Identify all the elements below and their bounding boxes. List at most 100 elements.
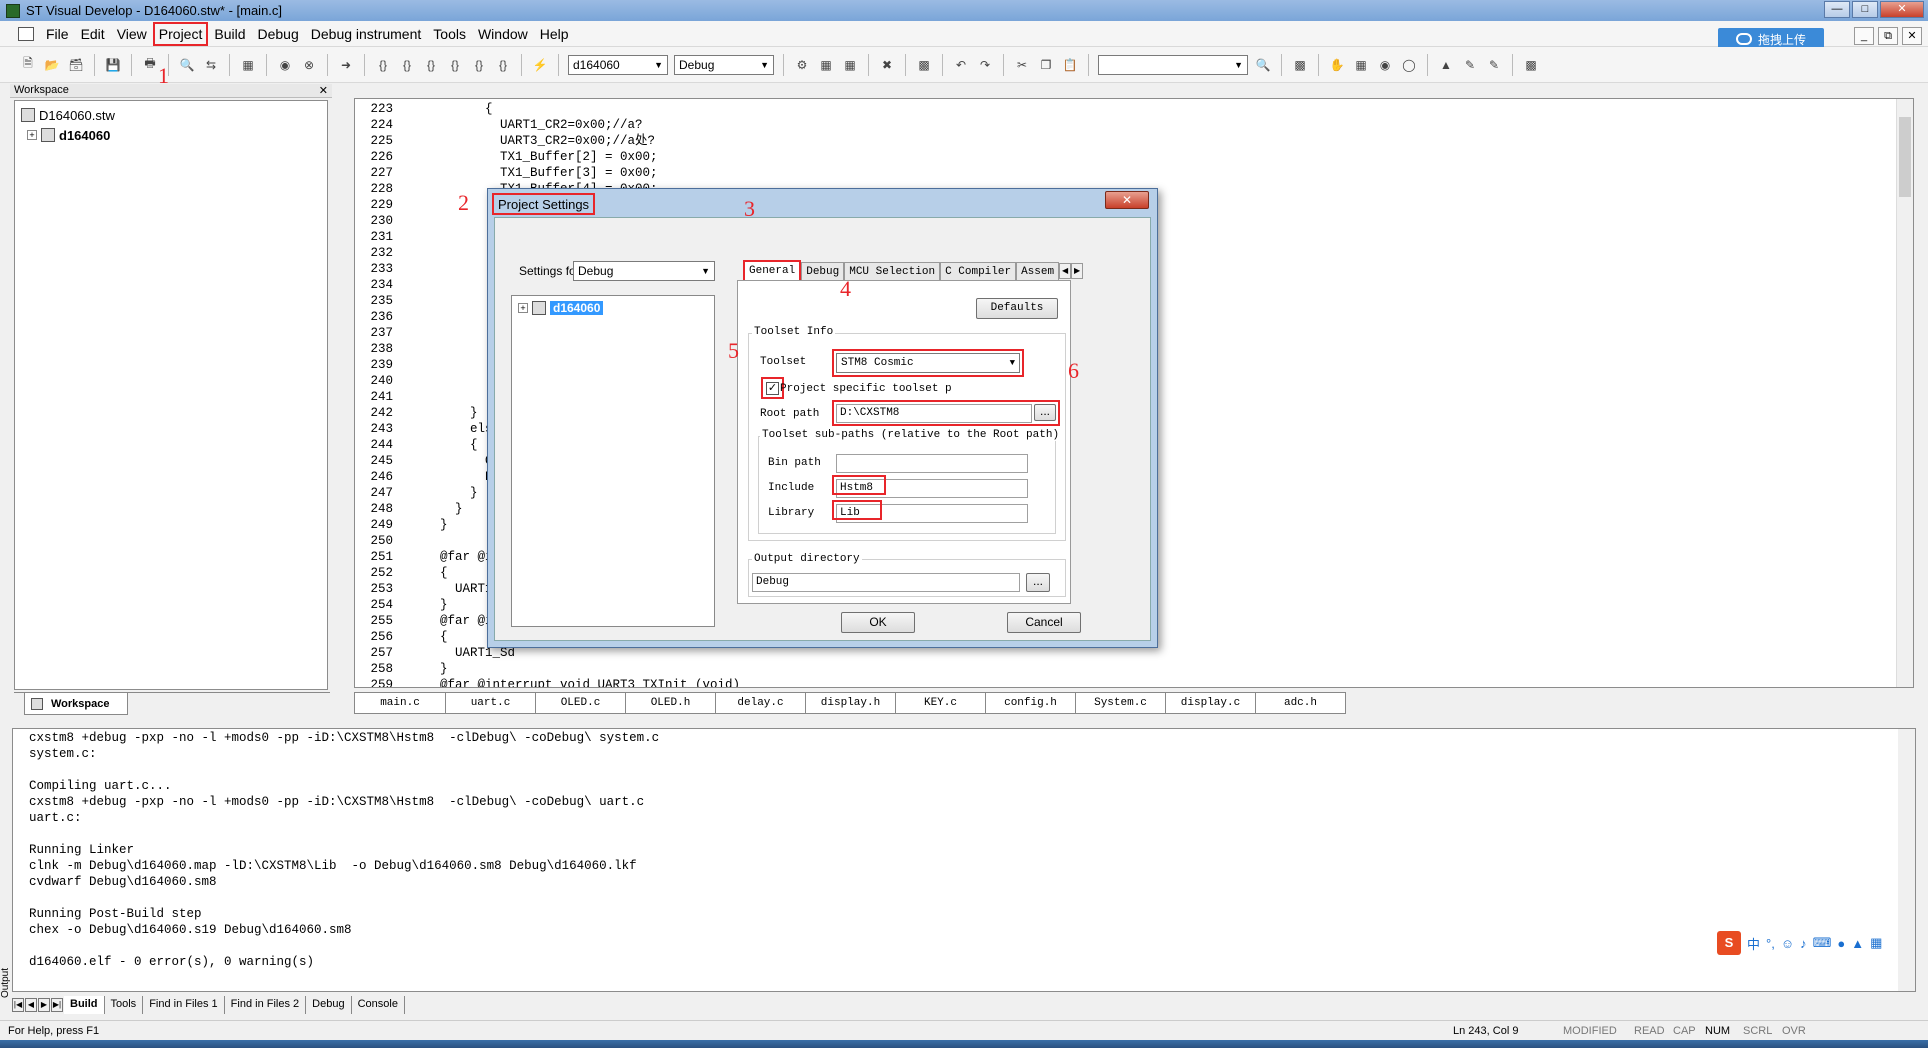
settings-tree-item[interactable]: + d164060 [518,298,714,318]
undo-icon[interactable]: ↶ [951,55,971,75]
edit-pen-icon[interactable]: ✎ [1460,55,1480,75]
cancel-button[interactable]: Cancel [1007,612,1081,633]
watch-icon[interactable]: ◉ [1375,55,1395,75]
microphone-icon[interactable]: ♪ [1800,936,1807,951]
menu-project[interactable]: Project [152,21,209,46]
step-over-icon[interactable]: {} [397,55,417,75]
tab-scroll-left-icon[interactable]: ◀ [1059,263,1072,279]
open-project-icon[interactable]: 🗃 [66,55,86,75]
file-tab[interactable]: delay.c [716,692,806,714]
step-into-icon[interactable]: {} [373,55,393,75]
tree-root[interactable]: D164060.stw [21,105,321,125]
bookmark-icon[interactable]: ⚡ [530,55,550,75]
ime-chinese-mode[interactable]: 中 [1747,934,1760,953]
ok-button[interactable]: OK [841,612,915,633]
save-icon[interactable]: 💾 [103,55,123,75]
tab-assembler[interactable]: Assem [1016,262,1060,282]
keyboard-icon[interactable]: ⌨ [1813,935,1832,951]
tab-debug-settings[interactable]: Debug [801,262,845,282]
close-button[interactable]: ✕ [1880,1,1924,18]
tab-find-in-files-2[interactable]: Find in Files 2 [225,996,307,1014]
find-icon[interactable]: 🔍 [177,55,197,75]
menu-view[interactable]: View [111,23,153,45]
menu-file[interactable]: File [40,23,75,45]
tab-tools[interactable]: Tools [105,996,144,1014]
step-out-icon[interactable]: {} [421,55,441,75]
tab-build[interactable]: Build [64,996,105,1014]
run-arrow-icon[interactable]: ➜ [336,55,356,75]
mdi-close-button[interactable]: ✕ [1902,27,1922,45]
menu-debug-instrument[interactable]: Debug instrument [305,23,428,45]
compile-icon[interactable]: ⚙ [792,55,812,75]
file-tab[interactable]: OLED.h [626,692,716,714]
shirt-icon[interactable]: ▲ [1851,936,1864,951]
tree-project[interactable]: + d164060 [21,125,321,145]
tab-find-in-files-1[interactable]: Find in Files 1 [143,996,225,1014]
build-icon[interactable]: ▦ [816,55,836,75]
scrollbar-thumb[interactable] [1899,117,1911,197]
plot-icon[interactable]: ▲ [1436,55,1456,75]
menu-help[interactable]: Help [534,23,575,45]
cut-icon[interactable]: ✂ [1012,55,1032,75]
mdi-restore-button[interactable]: ⧉ [1878,27,1898,45]
memory-icon[interactable]: ▦ [1351,55,1371,75]
file-tab[interactable]: main.c [354,692,446,714]
emoji-icon[interactable]: ☺ [1781,936,1794,951]
tab-first-icon[interactable]: |◀ [12,998,24,1012]
file-tab[interactable]: adc.h [1256,692,1346,714]
file-tab[interactable]: uart.c [446,692,536,714]
menu-edit[interactable]: Edit [75,23,111,45]
close-icon[interactable]: ✕ [319,84,328,97]
copy-icon[interactable]: ❐ [1036,55,1056,75]
file-tab[interactable]: OLED.c [536,692,626,714]
defaults-button[interactable]: Defaults [976,298,1058,319]
peripheral-icon[interactable]: ▩ [1521,55,1541,75]
debug-start-icon[interactable]: ◉ [275,55,295,75]
workspace-toggle-icon[interactable]: ▦ [238,55,258,75]
find-in-files-icon[interactable]: 🔍 [1253,55,1273,75]
file-tab[interactable]: display.c [1166,692,1256,714]
tab-prev-icon[interactable]: ◀ [25,998,37,1012]
print-icon[interactable]: 🖶 [140,55,160,75]
bin-path-input[interactable] [836,454,1028,473]
pen-icon[interactable]: ✎ [1484,55,1504,75]
rebuild-icon[interactable]: ▦ [840,55,860,75]
grid-icon[interactable]: ▦ [1870,935,1882,951]
output-pane[interactable]: cxstm8 +debug -pxp -no -l +mods0 -pp -iD… [12,728,1916,992]
file-tab[interactable]: config.h [986,692,1076,714]
find-combo[interactable]: ▼ [1098,54,1248,75]
tab-c-compiler[interactable]: C Compiler [940,262,1017,282]
menu-window[interactable]: Window [472,23,534,45]
hand-icon[interactable]: ✋ [1327,55,1347,75]
expand-icon[interactable]: + [518,303,528,313]
redo-icon[interactable]: ↷ [975,55,995,75]
mdi-minimize-button[interactable]: _ [1854,27,1874,45]
open-folder-icon[interactable]: 📂 [42,55,62,75]
config-combo[interactable]: Debug ▼ [674,54,774,75]
menu-tools[interactable]: Tools [427,23,472,45]
stop-build-icon[interactable]: ✖ [877,55,897,75]
tab-scroll-right-icon[interactable]: ▶ [1071,263,1084,279]
expand-icon[interactable]: + [27,130,37,140]
tab-next-icon[interactable]: ▶ [38,998,50,1012]
user-icon[interactable]: ● [1837,936,1845,951]
file-tab[interactable]: display.h [806,692,896,714]
tab-last-icon[interactable]: ▶| [51,998,63,1012]
file-tab[interactable]: System.c [1076,692,1166,714]
glasses-icon[interactable]: ◯ [1399,55,1419,75]
ime-toolbar[interactable]: S 中 °, ☺ ♪ ⌨ ● ▲ ▦ [1717,930,1911,956]
tab-mcu-selection[interactable]: MCU Selection [844,262,941,282]
settings-for-combo[interactable]: Debug ▼ [573,261,715,281]
programmer-icon[interactable]: ▩ [914,55,934,75]
toggle-breakpoint-icon[interactable]: ▩ [1290,55,1310,75]
tab-console[interactable]: Console [352,996,405,1014]
run-to-cursor-icon[interactable]: {} [445,55,465,75]
target-combo[interactable]: d164060 ▼ [568,54,668,75]
maximize-button[interactable]: □ [1852,1,1878,18]
paste-icon[interactable]: 📋 [1060,55,1080,75]
debug-stop-icon[interactable]: ⊗ [299,55,319,75]
tab-debug[interactable]: Debug [306,996,352,1014]
replace-icon[interactable]: ⇆ [201,55,221,75]
ime-punctuation[interactable]: °, [1766,936,1775,951]
menu-build[interactable]: Build [208,23,251,45]
